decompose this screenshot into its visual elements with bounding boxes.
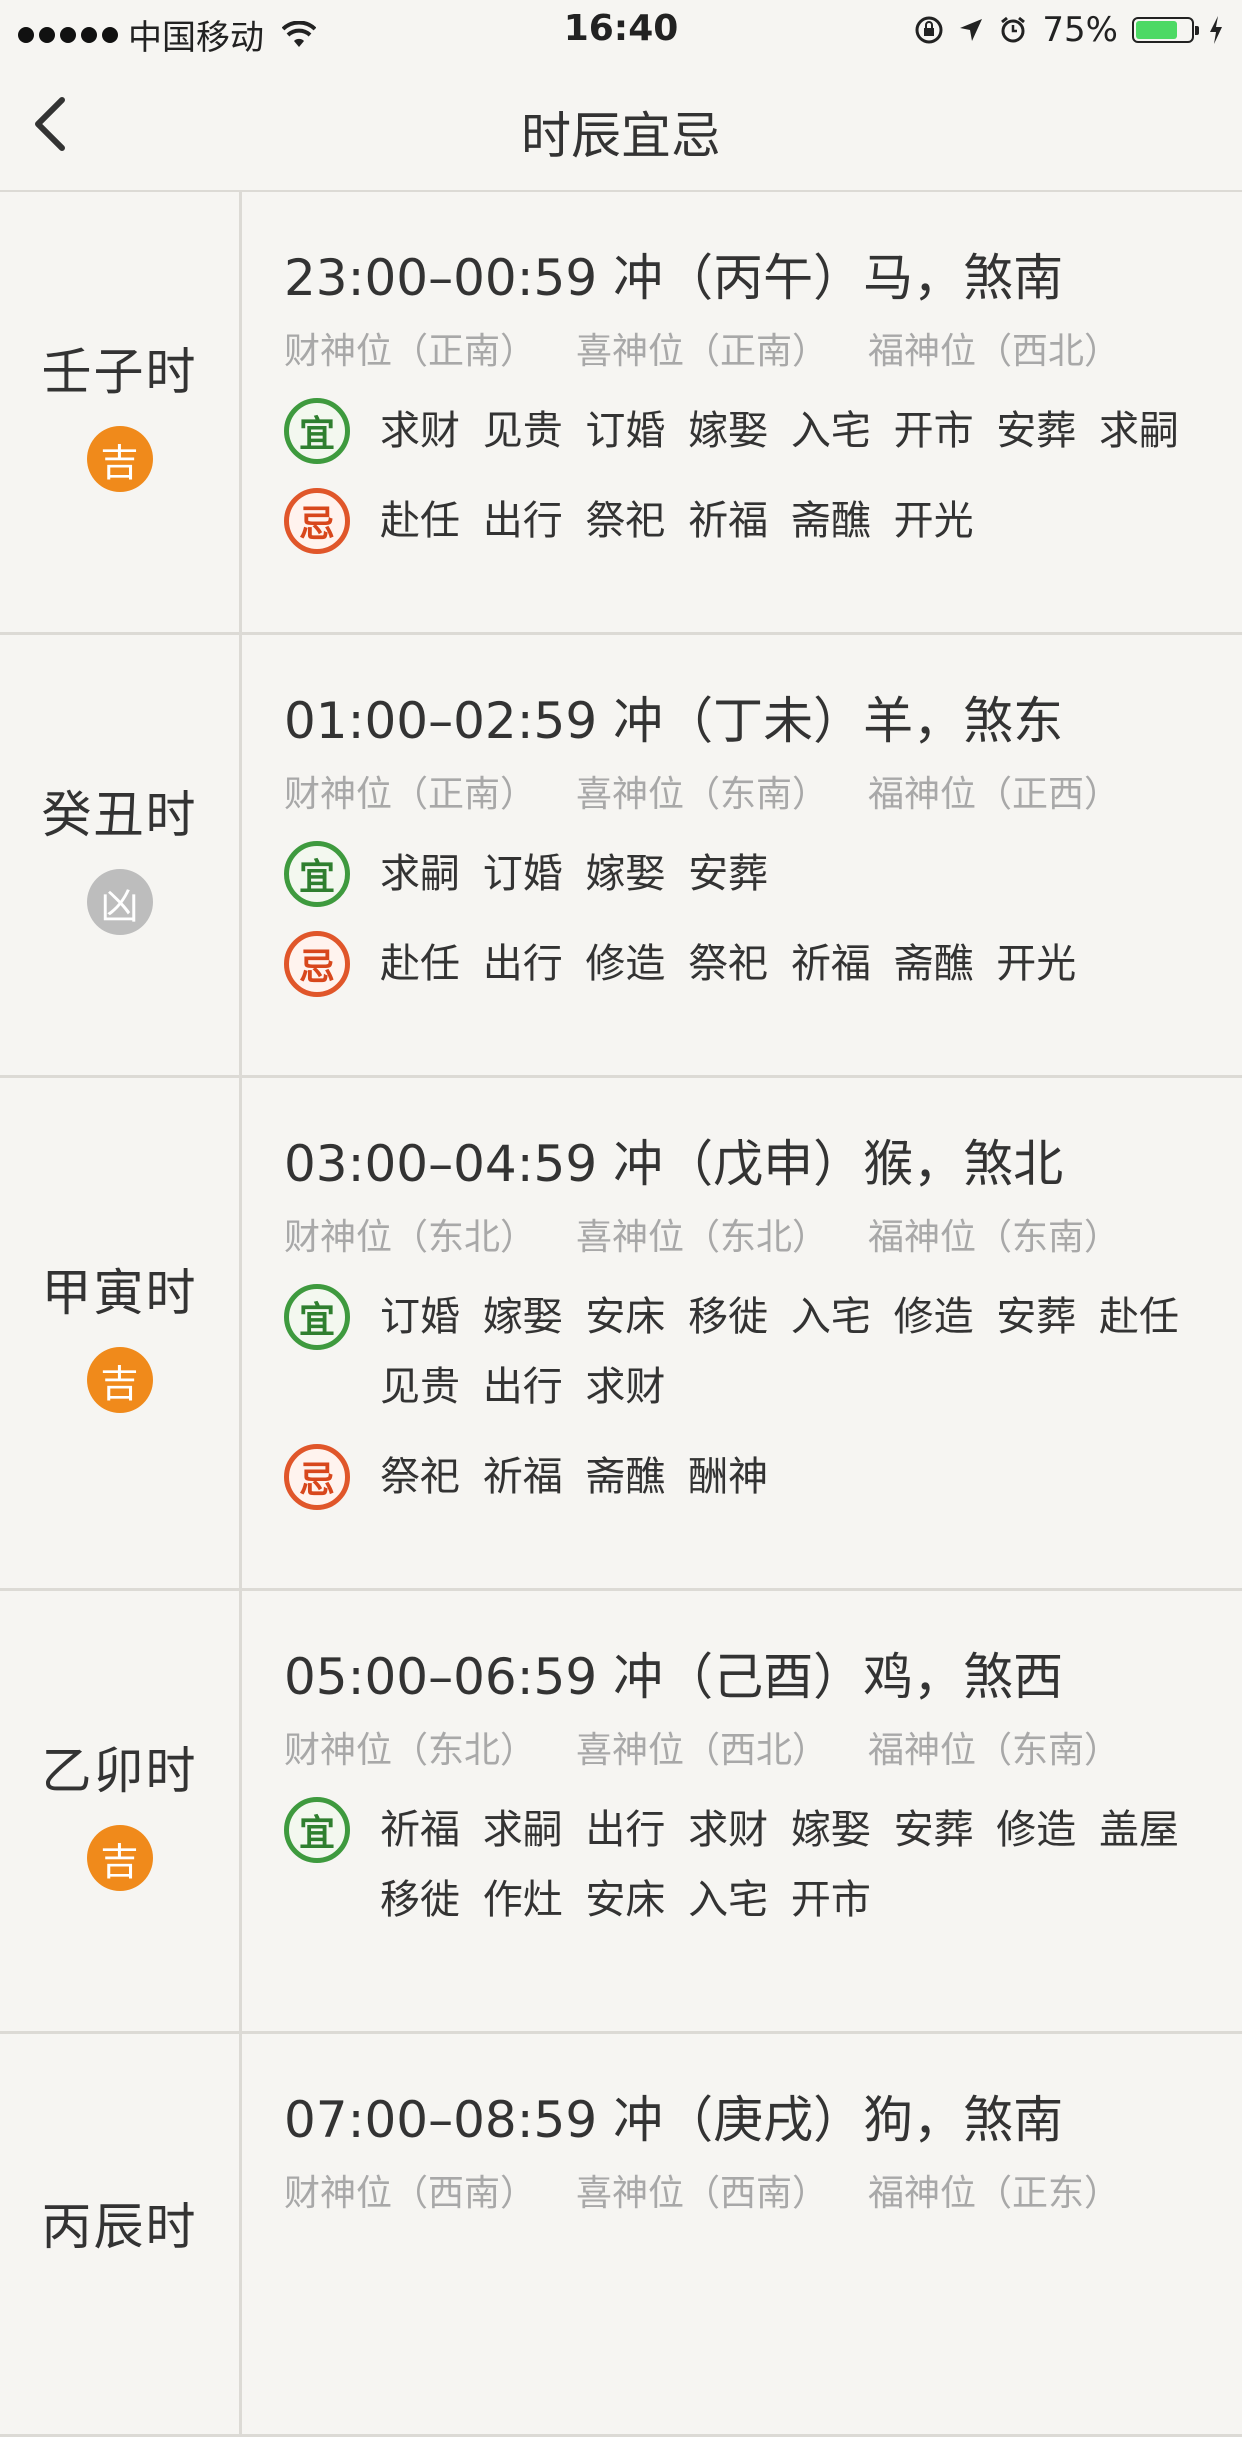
wealth-god-direction: 财神位（东北） <box>284 1730 537 1771</box>
luck-badge: 吉 <box>86 1347 153 1413</box>
hour-headline: 07:00–08:59 冲（庚戌）狗，煞南 <box>284 2091 1064 2149</box>
hour-detail: 05:00–06:59 冲（己酉）鸡，煞西 财神位（东北） 喜神位（西北） 福神… <box>242 1591 1242 2031</box>
battery-fill <box>1136 21 1177 39</box>
hour-side: 甲寅时 吉 <box>0 1078 242 1588</box>
hour-detail: 07:00–08:59 冲（庚戌）狗，煞南 财神位（西南） 喜神位（西南） 福神… <box>242 2034 1242 2434</box>
suitable-activities: 求嗣 订婚 嫁娶 安葬 <box>380 851 769 897</box>
hour-side: 壬子时 吉 <box>0 192 242 632</box>
fortune-god-direction: 福神位（西北） <box>868 331 1121 372</box>
joy-god-direction: 喜神位（西南） <box>576 2173 829 2214</box>
suitable-activities: 求财 见贵 订婚 嫁娶 入宅 开市 安葬 求嗣 <box>380 408 1180 454</box>
avoid-line: 忌 祭祀 祈福 斋醮 酬神 <box>284 1444 1212 1512</box>
avoid-icon: 忌 <box>284 931 350 997</box>
wealth-god-direction: 财神位（东北） <box>284 1217 537 1258</box>
hour-side: 乙卯时 吉 <box>0 1591 242 2031</box>
luck-badge: 吉 <box>86 1825 153 1891</box>
joy-god-direction: 喜神位（东北） <box>576 1217 829 1258</box>
avoid-icon: 忌 <box>284 1444 350 1510</box>
suitable-icon: 宜 <box>284 398 350 464</box>
status-right: 75% <box>914 10 1224 50</box>
god-directions: 财神位（正南） 喜神位（东南） 福神位（正西） <box>284 765 1212 817</box>
avoid-icon: 忌 <box>284 488 350 554</box>
joy-god-direction: 喜神位（正南） <box>576 331 829 372</box>
luck-badge: 吉 <box>86 426 153 492</box>
suitable-activities: 订婚 嫁娶 安床 移徙 入宅 修造 安葬 赴任 见贵 出行 求财 <box>380 1294 1180 1410</box>
suitable-icon: 宜 <box>284 841 350 907</box>
hour-headline: 23:00–00:59 冲（丙午）马，煞南 <box>284 249 1064 307</box>
god-directions: 财神位（东北） 喜神位（西北） 福神位（东南） <box>284 1721 1212 1773</box>
list-item[interactable]: 乙卯时 吉 05:00–06:59 冲（己酉）鸡，煞西 财神位（东北） 喜神位（… <box>0 1591 1242 2034</box>
wealth-god-direction: 财神位（正南） <box>284 774 537 815</box>
status-bar: 中国移动 16:40 75% <box>0 0 1242 62</box>
fortune-god-direction: 福神位（正西） <box>868 774 1121 815</box>
suitable-line: 宜 祈福 求嗣 出行 求财 嫁娶 安葬 修造 盖屋 移徙 作灶 安床 入宅 开市 <box>284 1797 1212 1935</box>
hour-headline: 05:00–06:59 冲（己酉）鸡，煞西 <box>284 1648 1064 1706</box>
hour-detail: 23:00–00:59 冲（丙午）马，煞南 财神位（正南） 喜神位（正南） 福神… <box>242 192 1242 632</box>
suitable-icon: 宜 <box>284 1797 350 1863</box>
hour-name: 丙辰时 <box>41 2198 198 2256</box>
hour-side: 丙辰时 <box>0 2034 242 2434</box>
list-item[interactable]: 甲寅时 吉 03:00–04:59 冲（戊申）猴，煞北 财神位（东北） 喜神位（… <box>0 1078 1242 1591</box>
charging-icon <box>1210 16 1222 44</box>
hour-name: 乙卯时 <box>41 1742 198 1800</box>
hour-name: 癸丑时 <box>41 786 198 844</box>
avoid-activities: 赴任 出行 祭祀 祈福 斋醮 开光 <box>380 498 974 544</box>
hour-headline: 03:00–04:59 冲（戊申）猴，煞北 <box>284 1135 1064 1193</box>
battery-icon <box>1132 17 1199 43</box>
avoid-line: 忌 赴任 出行 修造 祭祀 祈福 斋醮 开光 <box>284 931 1212 999</box>
fortune-god-direction: 福神位（东南） <box>868 1730 1121 1771</box>
alarm-icon <box>1001 16 1026 43</box>
battery-percent: 75% <box>1042 10 1118 50</box>
nav-bar: 时辰宜忌 <box>0 62 1242 192</box>
list-item[interactable]: 丙辰时 07:00–08:59 冲（庚戌）狗，煞南 财神位（西南） 喜神位（西南… <box>0 2034 1242 2437</box>
avoid-activities: 祭祀 祈福 斋醮 酬神 <box>380 1454 769 1500</box>
hour-name: 壬子时 <box>41 343 198 401</box>
joy-god-direction: 喜神位（东南） <box>576 774 829 815</box>
avoid-line: 忌 赴任 出行 祭祀 祈福 斋醮 开光 <box>284 488 1212 556</box>
god-directions: 财神位（东北） 喜神位（东北） 福神位（东南） <box>284 1208 1212 1260</box>
wealth-god-direction: 财神位（正南） <box>284 331 537 372</box>
suitable-line: 宜 订婚 嫁娶 安床 移徙 入宅 修造 安葬 赴任 见贵 出行 求财 <box>284 1284 1212 1422</box>
suitable-line: 宜 求嗣 订婚 嫁娶 安葬 <box>284 841 1212 909</box>
fortune-god-direction: 福神位（东南） <box>868 1217 1121 1258</box>
suitable-icon: 宜 <box>284 1284 350 1350</box>
suitable-activities: 祈福 求嗣 出行 求财 嫁娶 安葬 修造 盖屋 移徙 作灶 安床 入宅 开市 <box>380 1807 1180 1923</box>
orientation-lock-icon <box>915 16 943 44</box>
avoid-activities: 赴任 出行 修造 祭祀 祈福 斋醮 开光 <box>380 941 1077 987</box>
hour-headline: 01:00–02:59 冲（丁未）羊，煞东 <box>284 692 1064 750</box>
list-item[interactable]: 壬子时 吉 23:00–00:59 冲（丙午）马，煞南 财神位（正南） 喜神位（… <box>0 192 1242 635</box>
wealth-god-direction: 财神位（西南） <box>284 2173 537 2214</box>
suitable-line: 宜 求财 见贵 订婚 嫁娶 入宅 开市 安葬 求嗣 <box>284 398 1212 466</box>
page-title: 时辰宜忌 <box>521 107 721 165</box>
hour-detail: 01:00–02:59 冲（丁未）羊，煞东 财神位（正南） 喜神位（东南） 福神… <box>242 635 1242 1075</box>
god-directions: 财神位（西南） 喜神位（西南） 福神位（正东） <box>284 2164 1212 2216</box>
hour-detail: 03:00–04:59 冲（戊申）猴，煞北 财神位（东北） 喜神位（东北） 福神… <box>242 1078 1242 1588</box>
joy-god-direction: 喜神位（西北） <box>576 1730 829 1771</box>
hour-list: 壬子时 吉 23:00–00:59 冲（丙午）马，煞南 财神位（正南） 喜神位（… <box>0 192 1242 2437</box>
fortune-god-direction: 福神位（正东） <box>868 2173 1121 2214</box>
hour-side: 癸丑时 凶 <box>0 635 242 1075</box>
hour-name: 甲寅时 <box>41 1264 198 1322</box>
list-item[interactable]: 癸丑时 凶 01:00–02:59 冲（丁未）羊，煞东 财神位（正南） 喜神位（… <box>0 635 1242 1078</box>
location-icon <box>960 19 983 41</box>
god-directions: 财神位（正南） 喜神位（正南） 福神位（西北） <box>284 322 1212 374</box>
luck-badge: 凶 <box>86 869 153 935</box>
